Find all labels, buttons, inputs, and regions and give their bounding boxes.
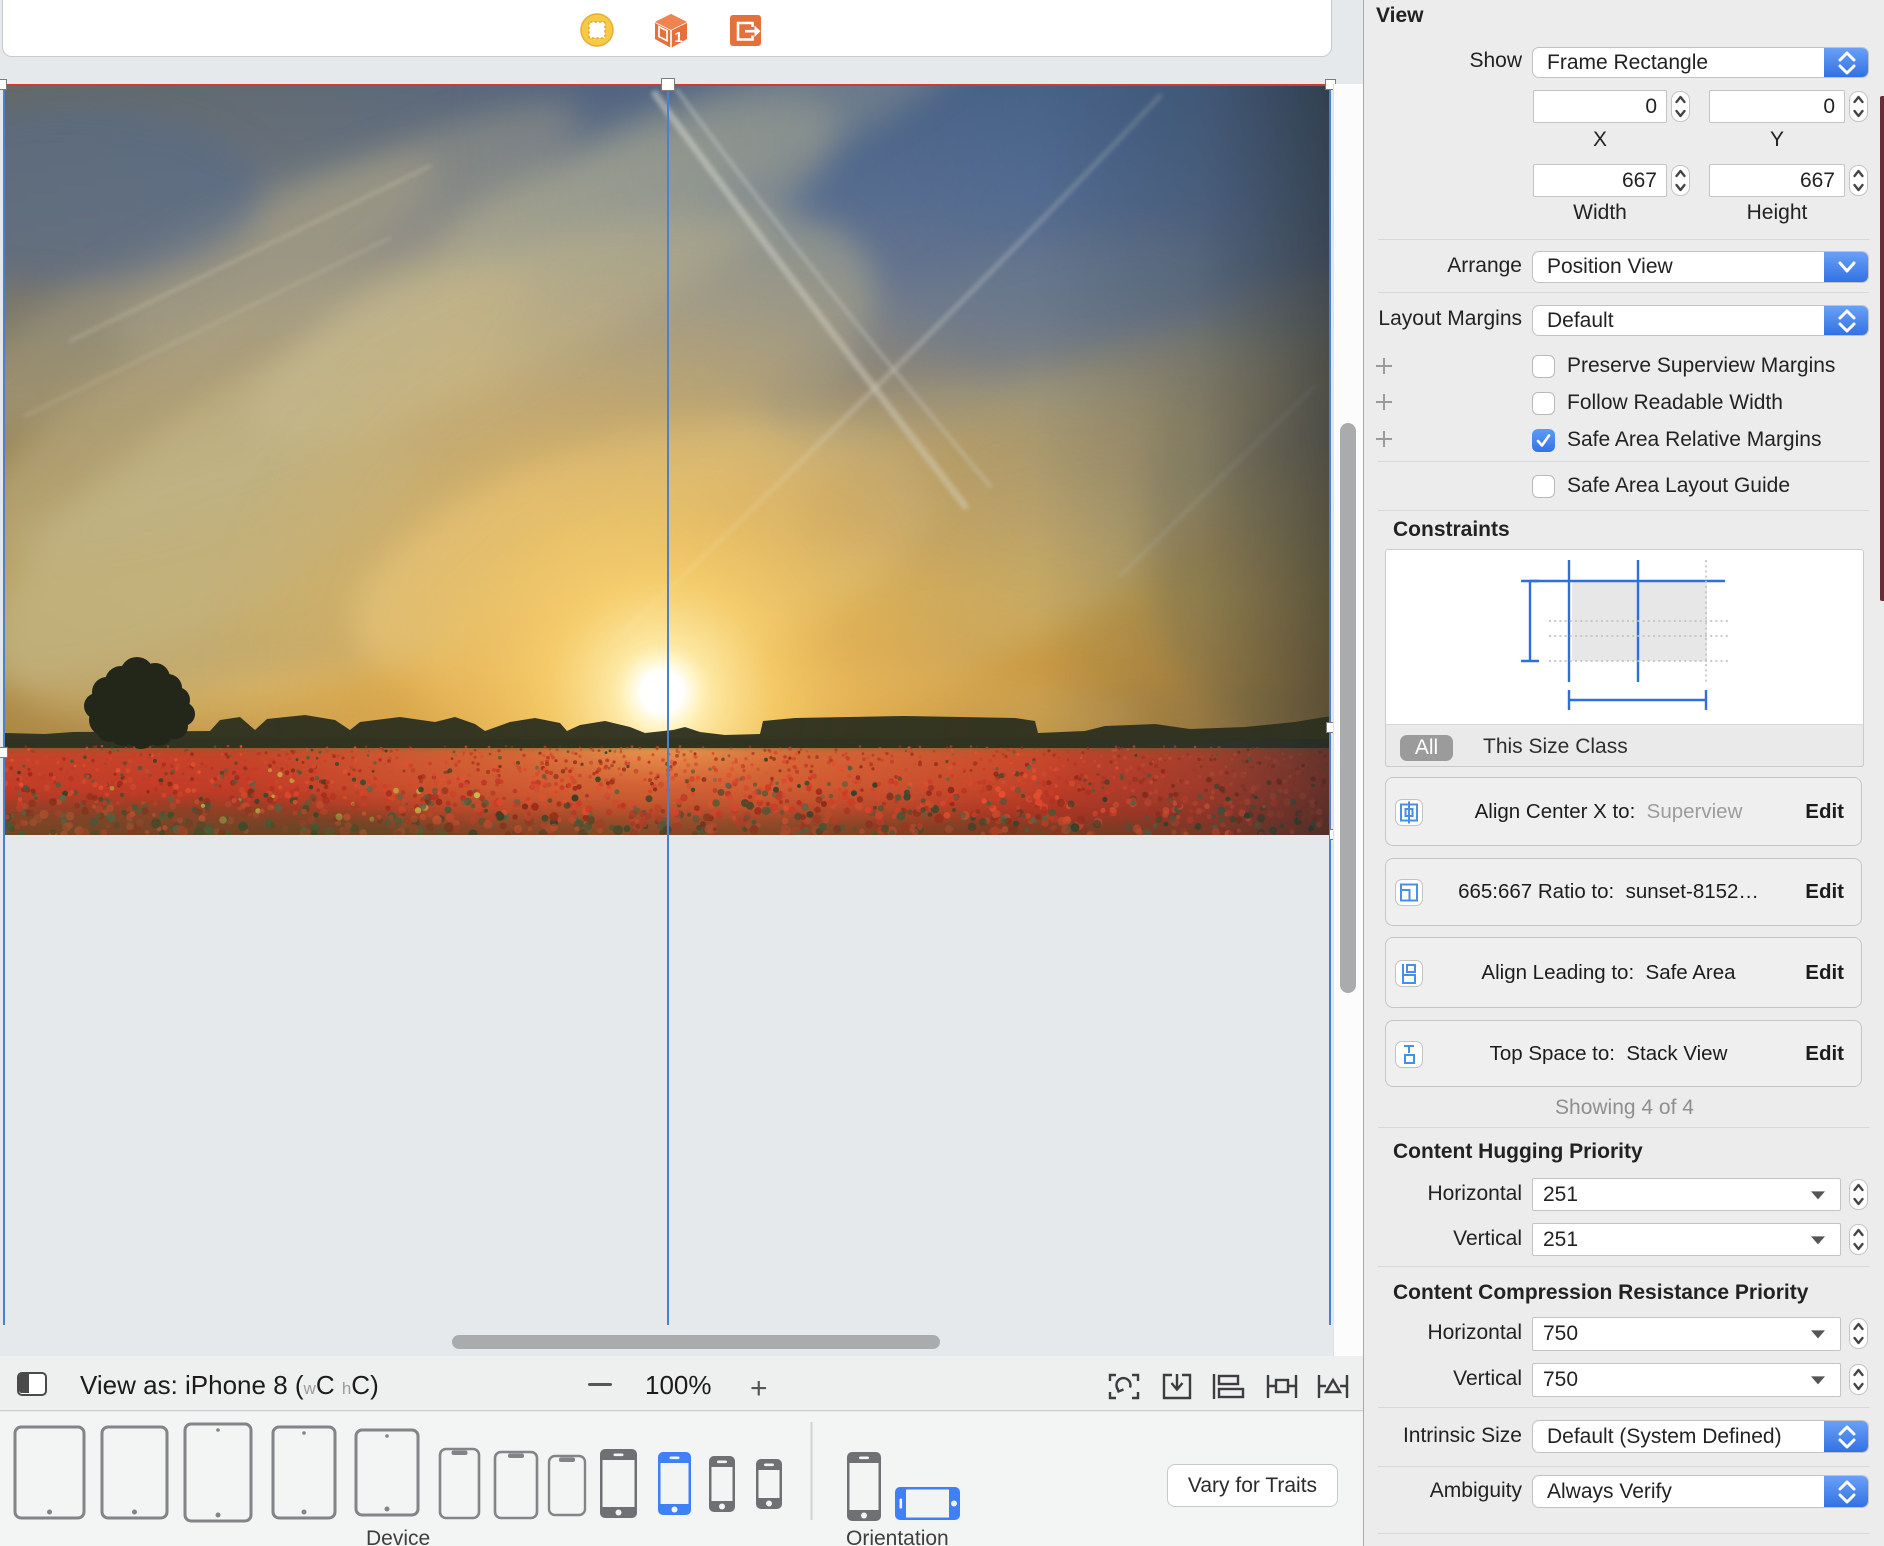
- svg-text:1: 1: [674, 29, 682, 46]
